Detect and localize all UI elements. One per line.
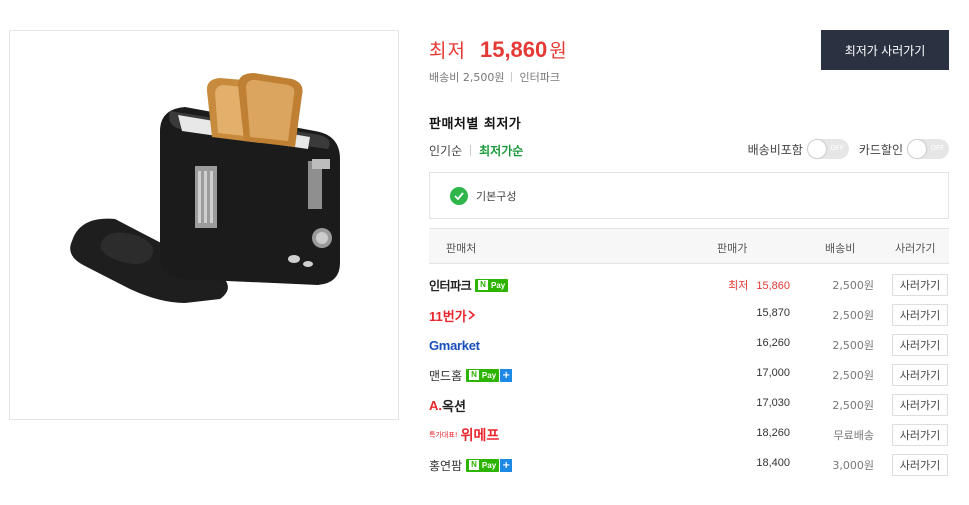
seller-wemakeprice[interactable]: 특가대표! 위메프 bbox=[429, 426, 499, 444]
buy-button[interactable]: 사러가기 bbox=[892, 334, 948, 356]
lowest-price: 최저 15,860 원 bbox=[429, 36, 567, 63]
header-seller: 판매처 bbox=[446, 242, 477, 255]
price-cell: 18,400 bbox=[756, 457, 790, 469]
toggle-off-text: OFF bbox=[830, 144, 844, 152]
sort-options: 인기순 최저가순 bbox=[429, 142, 523, 159]
toggle-knob bbox=[908, 140, 926, 158]
seller-table: 인터파크 N Pay 최저 15,860 2,500원 사러가기 11번가 15,8… bbox=[429, 270, 949, 480]
lowest-tag: 최저 bbox=[728, 279, 749, 292]
seller-interpark[interactable]: 인터파크 N Pay bbox=[429, 276, 509, 294]
bread-slices bbox=[206, 73, 303, 147]
header-shipping: 배송비 bbox=[825, 242, 856, 255]
price-cell: 최저 15,860 bbox=[728, 279, 790, 292]
plus-icon: + bbox=[500, 368, 513, 382]
toggle-card-discount[interactable]: OFF bbox=[907, 139, 949, 159]
price-value: 15,860 bbox=[479, 37, 548, 62]
table-row: Gmarket 16,260 2,500원 사러가기 bbox=[429, 330, 949, 360]
shipping-cell: 2,500원 bbox=[832, 399, 874, 412]
shipping-cell: 2,500원 bbox=[832, 279, 874, 292]
seller-logo: 인터파크 bbox=[429, 278, 472, 293]
header-buy: 사러가기 bbox=[895, 242, 936, 255]
toggle-shipping-label: 배송비포함 bbox=[747, 142, 803, 157]
config-label: 기본구성 bbox=[476, 189, 517, 203]
buy-button[interactable]: 사러가기 bbox=[892, 274, 948, 296]
price-unit: 원 bbox=[549, 40, 567, 62]
table-row: A. 옥션 17,030 2,500원 사러가기 bbox=[429, 390, 949, 420]
price-label: 최저 bbox=[429, 40, 466, 62]
shipping-info: 배송비 2,500원 인터파크 bbox=[429, 69, 560, 85]
price-cell: 17,030 bbox=[756, 397, 790, 409]
toggle-card-label: 카드할인 bbox=[858, 142, 903, 157]
shipping-text: 배송비 2,500원 bbox=[429, 71, 505, 84]
product-image bbox=[9, 30, 399, 420]
buy-button[interactable]: 사러가기 bbox=[892, 454, 948, 476]
buy-button[interactable]: 사러가기 bbox=[892, 394, 948, 416]
sort-lowest-price[interactable]: 최저가순 bbox=[479, 142, 523, 159]
shipping-cell: 2,500원 bbox=[832, 369, 874, 382]
table-row: 인터파크 N Pay 최저 15,860 2,500원 사러가기 bbox=[429, 270, 949, 300]
table-row: 홍연팜 N Pay + 18,400 3,000원 사러가기 bbox=[429, 450, 949, 480]
sort-popular[interactable]: 인기순 bbox=[429, 142, 462, 159]
buy-button[interactable]: 사러가기 bbox=[892, 304, 948, 326]
shipping-cell: 2,500원 bbox=[832, 339, 874, 352]
seller-logo: A. 옥션 bbox=[429, 397, 466, 415]
seller-logo: 11번가 bbox=[429, 306, 476, 325]
price-cell: 16,260 bbox=[756, 337, 790, 349]
shipping-cell: 3,000원 bbox=[832, 459, 874, 472]
header-price: 판매가 bbox=[717, 242, 748, 255]
seller-auction[interactable]: A. 옥션 bbox=[429, 396, 466, 415]
toggle-knob bbox=[807, 140, 826, 158]
seller-logo: 특가대표! 위메프 bbox=[429, 428, 500, 444]
seller-11st[interactable]: 11번가 bbox=[429, 306, 476, 324]
config-option[interactable]: 기본구성 bbox=[429, 172, 949, 219]
seller-gmarket[interactable]: Gmarket bbox=[429, 336, 480, 354]
buy-lowest-button[interactable]: 최저가 사러가기 bbox=[821, 30, 949, 70]
seller-logo: Gmarket bbox=[429, 337, 480, 353]
check-circle-icon bbox=[450, 186, 468, 205]
npay-badge: N Pay bbox=[475, 278, 509, 292]
table-header: 판매처 판매가 배송비 사러가기 bbox=[429, 228, 949, 264]
seller-mandhome[interactable]: 맨드홈 N Pay + bbox=[429, 366, 513, 384]
divider bbox=[470, 145, 472, 156]
seller-hongyeonfarm[interactable]: 홍연팜 N Pay + bbox=[429, 456, 513, 474]
npay-badge: N Pay bbox=[466, 368, 500, 382]
price-cell: 17,000 bbox=[756, 367, 790, 379]
seller-name: 인터파크 bbox=[519, 71, 560, 84]
table-row: 특가대표! 위메프 18,260 무료배송 사러가기 bbox=[429, 420, 949, 450]
filter-toggles: 배송비포함 OFF 카드할인 OFF bbox=[748, 139, 949, 159]
section-title: 판매처별 최저가 bbox=[429, 117, 522, 132]
toggle-include-shipping[interactable]: OFF bbox=[806, 139, 849, 159]
table-row: 맨드홈 N Pay + 17,000 2,500원 사러가기 bbox=[429, 360, 949, 390]
price-cell: 15,870 bbox=[756, 307, 790, 319]
plus-icon: + bbox=[500, 458, 513, 472]
toaster-image bbox=[70, 73, 340, 303]
table-row: 11번가 15,870 2,500원 사러가기 bbox=[429, 300, 949, 330]
buy-button[interactable]: 사러가기 bbox=[892, 424, 948, 446]
price-cell: 18,260 bbox=[756, 427, 790, 439]
shipping-cell: 2,500원 bbox=[832, 309, 874, 322]
seller-logo: 홍연팜 bbox=[429, 458, 463, 473]
shipping-cell: 무료배송 bbox=[833, 429, 874, 442]
price-panel: 최저 15,860 원 배송비 2,500원 인터파크 최저가 사러가기 판매처… bbox=[429, 0, 949, 505]
toggle-off-text: OFF bbox=[930, 144, 944, 152]
npay-badge: N Pay bbox=[466, 458, 500, 472]
buy-button[interactable]: 사러가기 bbox=[892, 364, 948, 386]
divider bbox=[511, 72, 513, 82]
seller-logo: 맨드홈 bbox=[429, 368, 463, 383]
